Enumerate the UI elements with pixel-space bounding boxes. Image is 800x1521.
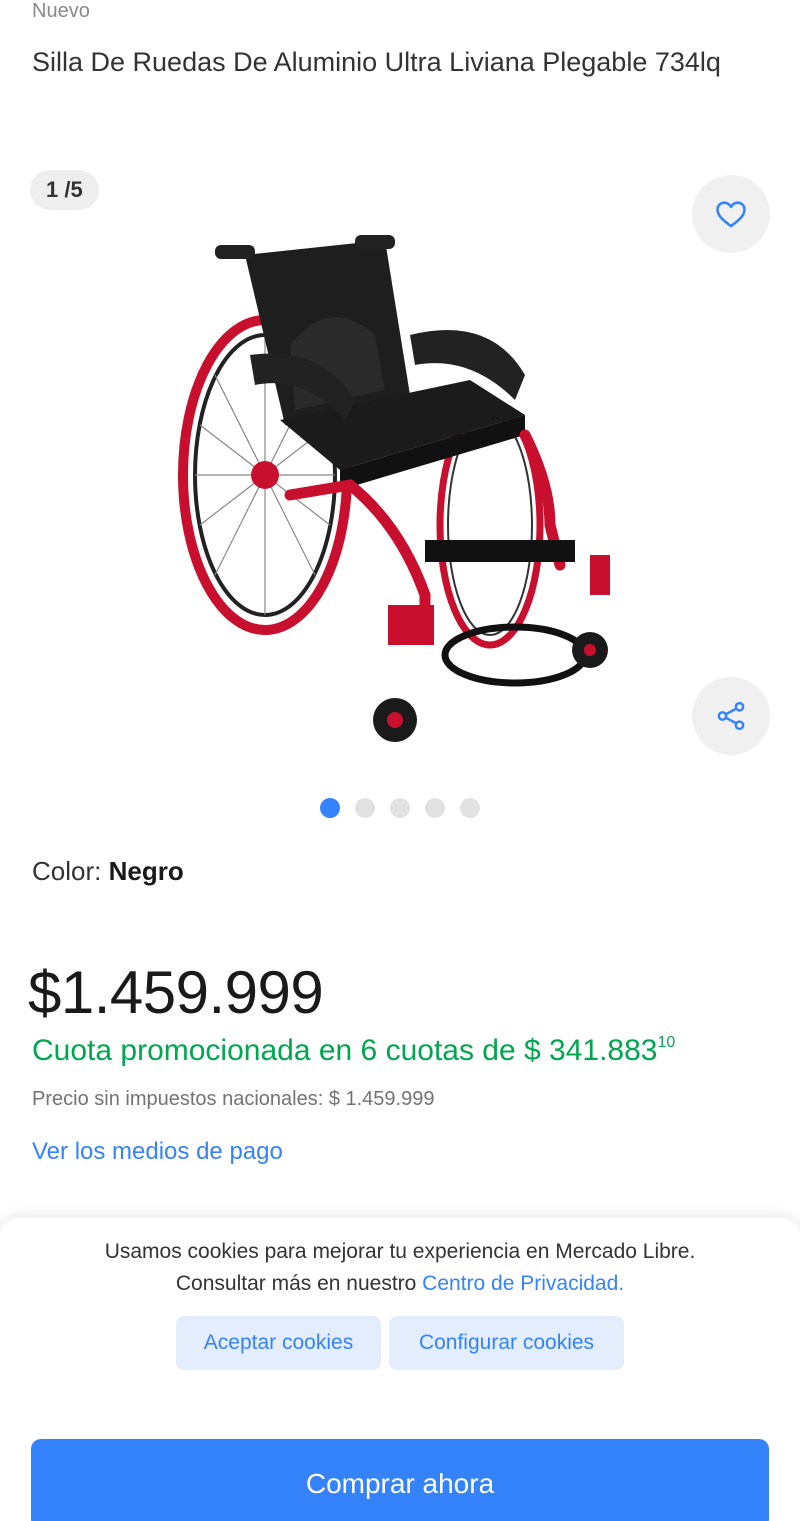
image-counter: 1 /5 xyxy=(30,170,99,210)
buy-now-button[interactable]: Comprar ahora xyxy=(31,1439,769,1521)
installments-cents: 10 xyxy=(657,1034,676,1051)
color-label: Color: xyxy=(32,856,109,886)
installments-info: Cuota promocionada en 6 cuotas de $ 341.… xyxy=(32,1034,675,1068)
pagination-dot[interactable] xyxy=(355,798,375,818)
product-price: $1.459.999 xyxy=(28,959,324,1026)
condition-label: Nuevo xyxy=(32,0,90,22)
gallery-pagination xyxy=(0,798,800,818)
product-title: Silla De Ruedas De Aluminio Ultra Livian… xyxy=(32,47,721,77)
cookie-message-line2: Consultar más en nuestro Centro de Priva… xyxy=(0,1268,800,1300)
share-button[interactable] xyxy=(692,677,770,755)
cookie-message-prefix: Consultar más en nuestro xyxy=(175,1272,423,1295)
cookie-message-line1: Usamos cookies para mejorar tu experienc… xyxy=(104,1240,696,1263)
tax-note: Precio sin impuestos nacionales: $ 1.459… xyxy=(32,1088,435,1110)
pagination-dot[interactable] xyxy=(390,798,410,818)
pagination-dot[interactable] xyxy=(320,798,340,818)
favorite-button[interactable] xyxy=(692,175,770,253)
color-value: Negro xyxy=(108,856,184,886)
share-icon xyxy=(717,701,745,731)
pagination-dot[interactable] xyxy=(425,798,445,818)
configure-cookies-button[interactable]: Configurar cookies xyxy=(389,1316,624,1370)
image-gallery[interactable]: 1 /5 xyxy=(0,160,800,780)
payment-methods-link[interactable]: Ver los medios de pago xyxy=(32,1138,283,1166)
privacy-center-link[interactable]: Centro de Privacidad. xyxy=(422,1272,624,1295)
color-variant: Color: Negro xyxy=(32,856,184,887)
installments-text: Cuota promocionada en 6 cuotas de $ 341.… xyxy=(32,1034,658,1067)
product-page: Nuevo Silla De Ruedas De Aluminio Ultra … xyxy=(0,0,800,1521)
cookie-message: Usamos cookies para mejorar tu experienc… xyxy=(0,1236,800,1300)
wheelchair-image[interactable] xyxy=(170,195,630,755)
heart-icon xyxy=(716,201,746,228)
pagination-dot[interactable] xyxy=(460,798,480,818)
accept-cookies-button[interactable]: Aceptar cookies xyxy=(176,1316,381,1370)
